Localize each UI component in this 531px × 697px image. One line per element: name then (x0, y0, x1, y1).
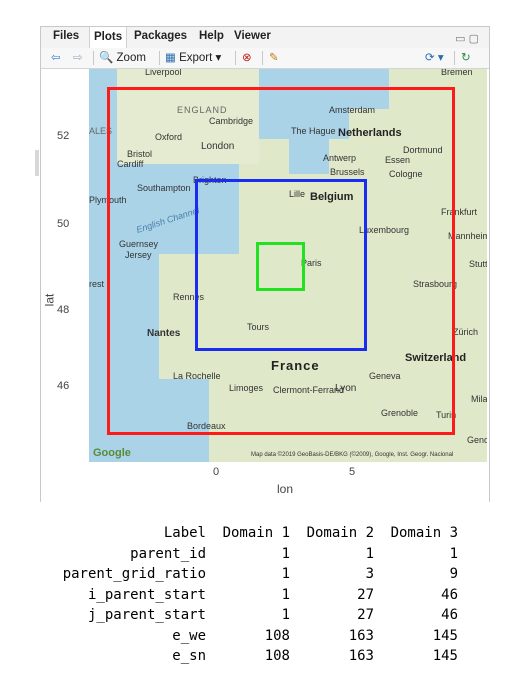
column-header: Domain 2 (306, 525, 374, 541)
cell: 46 (441, 586, 458, 603)
arrow-right-icon[interactable]: ⇨ (73, 50, 83, 64)
cell: 108 (264, 648, 290, 664)
x-tick-label: 5 (349, 466, 356, 478)
map-tile: Liverpool Bremen ENGLAND Cambridge Amste… (89, 69, 487, 462)
row-label: parent_grid_ratio (62, 566, 206, 582)
y-tick-label: 52 (57, 130, 70, 142)
map-label: Mila (471, 394, 487, 404)
minimize-icon[interactable]: ▭ (455, 33, 465, 45)
column-header: Domain 1 (222, 525, 290, 541)
maximize-icon[interactable]: ▢ (469, 33, 479, 45)
row-label: i_parent_start (87, 586, 206, 603)
cell: 163 (348, 648, 374, 664)
export-label: Export ▾ (179, 52, 222, 64)
map-label: Genoa (467, 435, 487, 445)
row-label: j_parent_start (87, 607, 206, 623)
x-tick-label: 0 (213, 466, 220, 478)
cell: 1 (281, 545, 290, 562)
plot-canvas: Liverpool Bremen ENGLAND Cambridge Amste… (41, 69, 489, 502)
pane-tab-bar: Files Plots Packages Help Viewer ▭ ▢ (41, 27, 489, 49)
y-tick-label: 46 (57, 380, 70, 392)
plots-toolbar: ⇦ ⇨ 🔍 Zoom ▦ Export ▾ ⊗ ✎ ⟳ ▾ ↻ (41, 48, 489, 69)
image-icon: ▦ (165, 52, 176, 64)
cell: 108 (264, 627, 290, 644)
table-row: parent_id 1 1 1 (0, 544, 458, 565)
table-row: e_we 108 163 145 (0, 626, 458, 647)
map-label: Zürich (453, 327, 479, 337)
zoom-button[interactable]: 🔍 Zoom (99, 50, 146, 64)
row-label: parent_id (130, 545, 206, 562)
table-row: parent_grid_ratio 1 3 9 (0, 564, 458, 585)
arrow-left-icon[interactable]: ⇦ (51, 50, 61, 64)
cell: 1 (449, 545, 458, 562)
cell: 3 (365, 566, 374, 582)
table-header-row: Label Domain 1 Domain 2 Domain 3 (0, 523, 458, 544)
cell: 145 (432, 648, 458, 664)
tab-viewer[interactable]: Viewer (234, 30, 271, 42)
cell: 27 (357, 586, 374, 603)
tab-plots[interactable]: Plots (89, 27, 128, 48)
map-label: rest (89, 279, 105, 289)
column-header: Domain 3 (390, 525, 458, 541)
domain-table: Label Domain 1 Domain 2 Domain 3 parent_… (0, 523, 458, 667)
cell: 1 (281, 566, 290, 582)
domain-3-box (256, 242, 305, 291)
window-controls[interactable]: ▭ ▢ (455, 32, 479, 45)
broom-icon[interactable]: ✎ (269, 50, 279, 64)
cell: 9 (449, 566, 458, 582)
table-row: e_sn 108 163 145 (0, 646, 458, 667)
tab-help[interactable]: Help (199, 30, 224, 42)
tab-packages[interactable]: Packages (134, 30, 187, 42)
cell: 1 (281, 586, 290, 603)
zoom-label: Zoom (116, 52, 146, 64)
google-logo: Google (93, 447, 131, 459)
map-label: Stuttg (469, 259, 487, 269)
map-label: Liverpool (145, 69, 182, 77)
y-tick-label: 50 (57, 218, 70, 230)
cell: 1 (365, 545, 374, 562)
y-tick-label: 48 (57, 304, 70, 316)
refresh-icon[interactable]: ↻ (461, 50, 471, 64)
cell: 145 (432, 627, 458, 644)
cell: 1 (281, 607, 290, 623)
pane-splitter[interactable] (35, 150, 39, 176)
rstudio-plots-pane: Files Plots Packages Help Viewer ▭ ▢ ⇦ ⇨… (40, 26, 490, 502)
cell: 46 (441, 607, 458, 623)
table-row: j_parent_start 1 27 46 (0, 605, 458, 626)
row-label: e_sn (172, 648, 206, 664)
row-label: e_we (172, 627, 206, 644)
publish-icon[interactable]: ⟳ ▾ (425, 50, 444, 64)
remove-plot-icon[interactable]: ⊗ (242, 50, 252, 64)
y-axis-title: lat (42, 293, 57, 307)
tab-files[interactable]: Files (53, 30, 79, 42)
x-axis-title: lon (277, 482, 294, 496)
cell: 27 (357, 607, 374, 623)
map-label: Bremen (441, 69, 473, 77)
export-button[interactable]: ▦ Export ▾ (165, 50, 221, 64)
magnifier-icon: 🔍 (99, 52, 114, 64)
table-row: i_parent_start 1 27 46 (0, 585, 458, 606)
cell: 163 (348, 627, 374, 644)
column-header: Label (163, 525, 206, 541)
map-attribution: Map data ©2019 GeoBasis-DE/BKG (©2009), … (251, 452, 454, 458)
